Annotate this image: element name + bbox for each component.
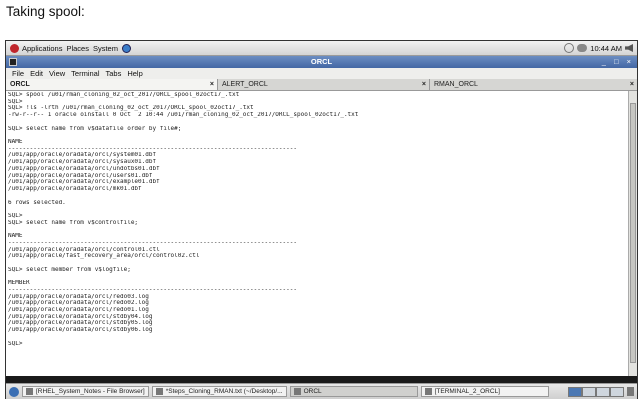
bottom-taskbar: [RHEL_System_Notes - File Browser] *Step…: [6, 383, 637, 399]
terminal-line: 6 rows selected.: [8, 199, 66, 206]
menu-help[interactable]: Help: [127, 69, 142, 78]
workspace-4[interactable]: [610, 386, 624, 397]
terminal-line: SQL> select name from v$datafile order b…: [8, 125, 182, 132]
folder-icon: [26, 388, 33, 395]
terminal-line: /u01/app/oracle/oradata/orcl/control01.c…: [8, 246, 160, 253]
desktop-screenshot: Applications Places System 10:44 AM ORCL…: [5, 40, 638, 399]
weather-icon: [577, 44, 588, 52]
text-editor-icon: [155, 388, 163, 395]
terminal-icon: [293, 388, 301, 395]
menu-terminal[interactable]: Terminal: [71, 69, 99, 78]
terminal-icon: [424, 388, 432, 395]
terminal-line: ----------------------------------------…: [8, 286, 297, 293]
terminal-line: SQL> select name from v$controlfile;: [8, 219, 139, 226]
menu-file[interactable]: File: [12, 69, 24, 78]
terminal-tabs: ORCL × ALERT_ORCL × RMAN_ORCL ×: [6, 79, 637, 91]
volume-icon[interactable]: [625, 44, 633, 52]
page-heading: Taking spool:: [6, 4, 85, 19]
scrollbar-thumb[interactable]: [630, 103, 636, 363]
workspace-switcher: [568, 386, 624, 397]
terminal-line: /u01/app/oracle/oradata/orcl/stdby04.log: [8, 313, 153, 320]
terminal-line: /u01/app/oracle/oradata/orcl/redo03.log: [8, 293, 149, 300]
terminal-line: /u01/app/oracle/oradata/orcl/redo02.log: [8, 300, 149, 307]
window-titlebar[interactable]: ORCL _ □ ×: [6, 56, 637, 68]
terminal-line: /u01/app/oracle/oradata/orcl/users01.dbf: [8, 172, 153, 179]
menu-view[interactable]: View: [49, 69, 65, 78]
terminal-line: /u01/app/oracle/oradata/orcl/example01.d…: [8, 179, 160, 186]
terminal-line: SQL> !ls -lrth /u01/rman_cloning_02_oct_…: [8, 105, 254, 112]
close-icon[interactable]: ×: [210, 79, 214, 90]
top-panel: Applications Places System 10:44 AM: [6, 41, 637, 56]
close-icon[interactable]: ×: [630, 79, 634, 90]
terminal-line: /u01/app/oracle/fast_recovery_area/orcl/…: [8, 253, 200, 260]
menubar: File Edit View Terminal Tabs Help: [6, 68, 637, 79]
tab-orcl[interactable]: ORCL ×: [6, 79, 218, 90]
globe-icon: [121, 43, 131, 53]
terminal-line: ----------------------------------------…: [8, 239, 297, 246]
trash-icon[interactable]: [627, 387, 634, 396]
terminal-line: /u01/app/oracle/oradata/orcl/sysaux01.db…: [8, 159, 157, 166]
terminal-line: ----------------------------------------…: [8, 145, 297, 152]
terminal-line: /u01/app/oracle/oradata/orcl/stdby05.log: [8, 320, 153, 327]
places-menu[interactable]: Places: [66, 44, 89, 53]
terminal-line: SQL> spool /u01/rman_cloning_02_oct_2017…: [8, 92, 240, 98]
terminal-line: /u01/app/oracle/oradata/orcl/undotbs01.d…: [8, 165, 160, 172]
terminal-line: MEMBER: [8, 280, 30, 287]
terminal-line: /u01/app/oracle/oradata/orcl/system01.db…: [8, 152, 157, 159]
clock[interactable]: 10:44 AM: [590, 44, 622, 53]
terminal-scrollbar[interactable]: [628, 91, 637, 376]
task-terminal-2[interactable]: [TERMINAL_2_ORCL]: [420, 386, 549, 397]
terminal-line: NAME: [8, 139, 23, 146]
browser-launcher[interactable]: [121, 43, 131, 53]
terminal-line: NAME: [8, 233, 23, 240]
terminal-icon: [9, 58, 17, 66]
terminal-line: SQL>: [8, 98, 23, 105]
terminal-line: SQL>: [8, 340, 27, 347]
applications-label: Applications: [22, 43, 63, 53]
menu-edit[interactable]: Edit: [30, 69, 43, 78]
window-controls[interactable]: _ □ ×: [602, 56, 634, 68]
terminal-line: /u01/app/oracle/oradata/orcl/redo01.log: [8, 307, 149, 313]
task-file-browser[interactable]: [RHEL_System_Notes - File Browser]: [22, 386, 149, 397]
terminal-line: SQL> select member from v$logfile;: [8, 266, 131, 273]
system-menu[interactable]: System: [93, 44, 118, 53]
task-orcl-terminal[interactable]: ORCL: [289, 386, 418, 397]
close-icon[interactable]: ×: [422, 79, 426, 90]
tab-rman-orcl[interactable]: RMAN_ORCL ×: [430, 79, 637, 90]
menu-tabs[interactable]: Tabs: [106, 69, 122, 78]
workspace-1[interactable]: [568, 386, 582, 397]
terminal-output[interactable]: SQL> spool /u01/rman_cloning_02_oct_2017…: [6, 91, 628, 376]
terminal-line: -rw-r--r-- 1 oracle oinstall 0 Oct 2 10:…: [8, 112, 359, 119]
fedora-icon: [10, 43, 19, 53]
tab-alert-orcl[interactable]: ALERT_ORCL ×: [218, 79, 430, 90]
show-desktop-icon[interactable]: [9, 386, 19, 397]
terminal-line: /u01/app/oracle/oradata/orcl/stdby06.log: [8, 327, 153, 334]
task-text-editor[interactable]: *Steps_Cloning_RMAN.txt (~/Desktop/...: [151, 386, 287, 397]
terminal-line: /u01/app/oracle/oradata/orcl/mk01.dbf: [8, 186, 142, 193]
network-icon[interactable]: [564, 43, 575, 53]
terminal-line: SQL>: [8, 212, 23, 219]
applications-menu[interactable]: Applications: [10, 43, 63, 53]
window-title: ORCL: [310, 57, 333, 66]
workspace-2[interactable]: [582, 386, 596, 397]
workspace-3[interactable]: [596, 386, 610, 397]
panel-tray: 10:44 AM: [564, 43, 633, 53]
